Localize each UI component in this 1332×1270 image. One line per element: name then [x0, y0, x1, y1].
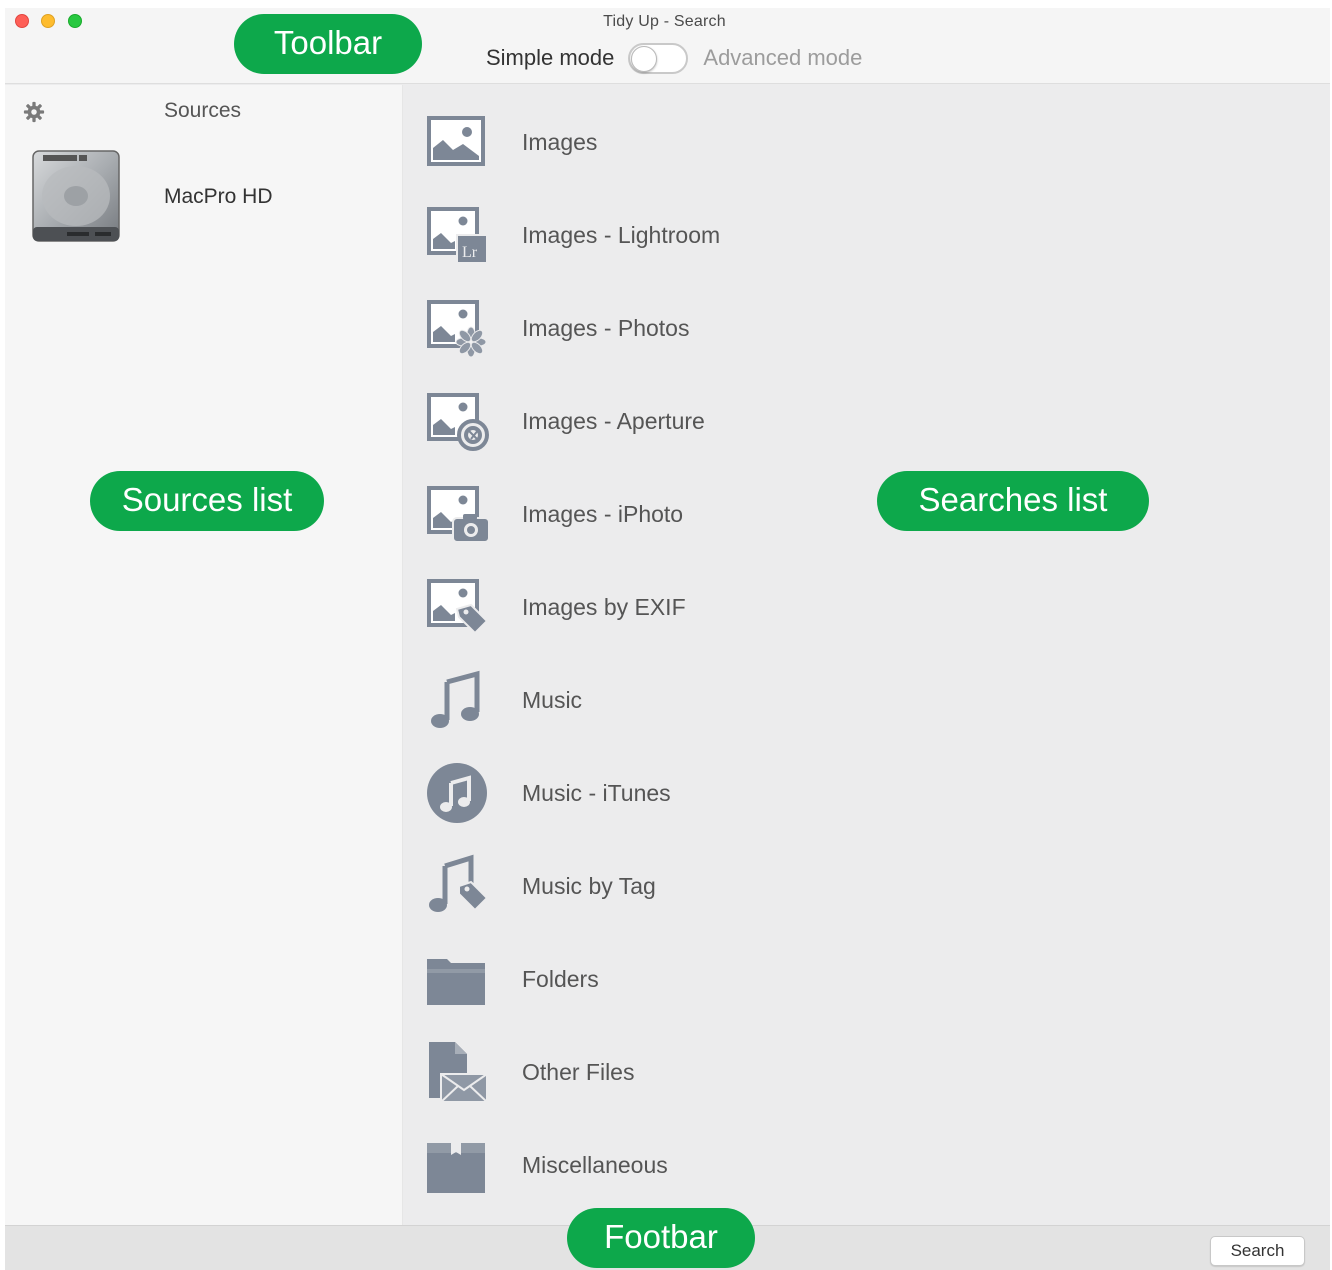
search-item-images-photos[interactable]: Images - Photos	[404, 280, 1330, 372]
search-item-label: Music	[522, 687, 583, 713]
search-item-label: Images - iPhoto	[522, 501, 684, 527]
folder-icon	[427, 959, 485, 1005]
search-item-music-by-tag[interactable]: Music by Tag	[404, 838, 1330, 930]
window-title: Tidy Up - Search	[5, 13, 1330, 31]
iphoto-image-icon	[427, 486, 489, 543]
searches-list: Images Lr Images - Lightroom Images - Ph…	[404, 85, 1330, 1225]
search-item-images[interactable]: Images	[404, 94, 1330, 186]
search-item-images-lightroom[interactable]: Lr Images - Lightroom	[404, 187, 1330, 279]
mode-toggle-knob[interactable]	[631, 45, 658, 72]
svg-text:Lr: Lr	[462, 244, 478, 261]
search-item-images-by-exif[interactable]: Images by EXIF	[404, 559, 1330, 651]
photos-image-icon	[427, 300, 487, 358]
sources-list-callout: Sources list	[90, 471, 324, 531]
toolbar: Tidy Up - Search Simple mode Advanced mo…	[5, 8, 1330, 84]
search-item-music-itunes[interactable]: Music - iTunes	[404, 745, 1330, 837]
other-files-icon	[429, 1042, 488, 1103]
box-icon	[427, 1143, 485, 1193]
aperture-image-icon	[427, 393, 489, 451]
search-item-folders[interactable]: Folders	[404, 931, 1330, 1023]
search-item-label: Images	[522, 129, 598, 155]
search-item-label: Music - iTunes	[522, 780, 671, 806]
window-title-text: Tidy Up - Search	[603, 13, 726, 30]
search-item-music[interactable]: Music	[404, 652, 1330, 744]
search-item-images-aperture[interactable]: Images - Aperture	[404, 373, 1330, 465]
search-item-label: Images - Photos	[522, 315, 690, 341]
source-item-macpro-hd[interactable]: MacPro HD	[5, 145, 403, 249]
sources-header: Sources	[164, 99, 242, 122]
app-window: Tidy Up - Search Simple mode Advanced mo…	[5, 8, 1330, 1270]
gear-icon[interactable]	[23, 101, 45, 123]
exif-image-icon	[427, 579, 489, 635]
search-item-label: Images by EXIF	[522, 594, 686, 620]
search-item-label: Images - Aperture	[522, 408, 705, 434]
toolbar-callout: Toolbar	[234, 14, 422, 74]
search-item-label: Miscellaneous	[522, 1152, 668, 1178]
mode-switch-row: Simple mode Advanced mode	[486, 42, 862, 74]
lightroom-image-icon: Lr	[427, 207, 488, 264]
search-item-miscellaneous[interactable]: Miscellaneous	[404, 1117, 1330, 1209]
simple-mode-label[interactable]: Simple mode	[486, 45, 614, 71]
footbar-callout: Footbar	[567, 1208, 755, 1268]
advanced-mode-label[interactable]: Advanced mode	[703, 45, 862, 71]
search-item-images-iphoto[interactable]: Images - iPhoto	[404, 466, 1330, 558]
itunes-icon	[427, 763, 487, 823]
search-item-label: Other Files	[522, 1059, 635, 1085]
image-icon	[427, 116, 485, 166]
searches-list-callout: Searches list	[877, 471, 1149, 531]
search-item-label: Music by Tag	[522, 873, 656, 899]
source-label: MacPro HD	[164, 185, 273, 208]
music-note-icon	[431, 670, 480, 728]
mode-toggle[interactable]	[628, 42, 689, 74]
search-item-other-files[interactable]: Other Files	[404, 1024, 1330, 1116]
search-item-label: Folders	[522, 966, 599, 992]
search-item-label: Images - Lightroom	[522, 222, 721, 248]
music-tag-icon	[429, 854, 489, 912]
hard-drive-icon	[32, 150, 120, 242]
search-button[interactable]: Search	[1210, 1236, 1305, 1266]
sources-list: Sources MacPro HD	[5, 85, 403, 1225]
